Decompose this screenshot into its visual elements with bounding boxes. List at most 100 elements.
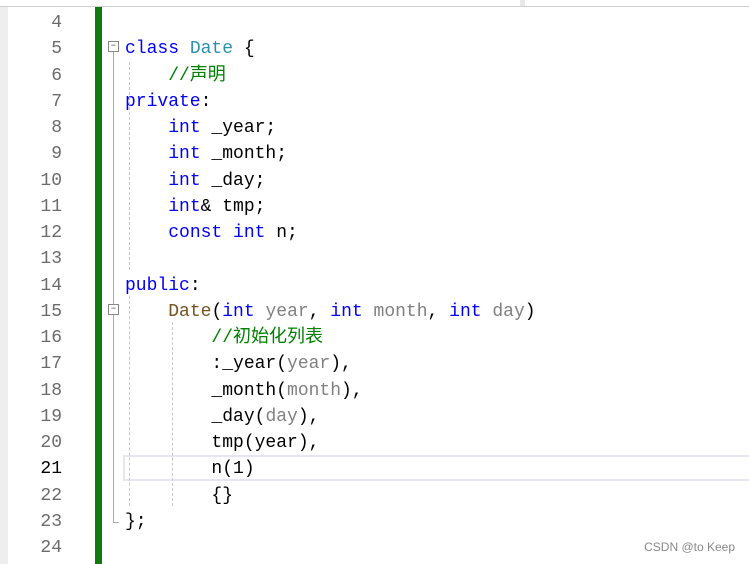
line-number: 14	[40, 275, 62, 296]
code-token: ),	[330, 354, 352, 375]
code-token: year	[287, 354, 331, 375]
code-token: Date	[168, 301, 212, 322]
code-token: int	[449, 301, 482, 322]
code-token: n(1)	[125, 459, 255, 480]
code-token: int	[233, 223, 266, 243]
line-number: 18	[40, 380, 62, 401]
line-number: 11	[40, 196, 62, 217]
code-text: n(1)	[125, 456, 255, 482]
line-number: 16	[40, 328, 62, 348]
code-text: //声明	[125, 63, 226, 89]
code-text: public:	[125, 273, 201, 299]
collapse-constructor-icon[interactable]: −	[108, 304, 119, 315]
code-text: {}	[125, 483, 233, 509]
code-text: int _month;	[125, 141, 287, 167]
line-number: 10	[40, 170, 62, 191]
fold-guide-end	[113, 522, 119, 523]
code-token: n;	[265, 223, 298, 243]
code-token: _day(	[125, 406, 266, 427]
top-toolbar-edge	[0, 0, 749, 7]
code-text: :_year(year),	[125, 351, 352, 377]
line-number: 12	[40, 223, 62, 243]
collapse-class-icon[interactable]: −	[108, 41, 119, 52]
fold-guide-class	[113, 52, 114, 522]
code-text: class Date {	[125, 36, 255, 62]
line-number: 6	[51, 65, 62, 86]
code-token: :	[200, 91, 212, 112]
code-token: private	[125, 91, 201, 112]
code-token: )	[524, 301, 536, 322]
code-token: _year;	[200, 118, 277, 138]
code-line[interactable]: 24	[0, 535, 749, 561]
code-text: _day(day),	[125, 404, 319, 430]
code-text: const int n;	[125, 220, 298, 246]
code-token: int	[168, 170, 201, 191]
code-token: day	[492, 301, 525, 322]
code-token: ,	[308, 301, 331, 322]
code-token: ,	[427, 301, 450, 322]
code-token: _month(	[125, 380, 288, 401]
toolbar-separator	[520, 0, 525, 6]
code-text: //初始化列表	[125, 325, 323, 351]
code-token: //初始化列表	[125, 328, 324, 348]
code-text: tmp(year),	[125, 430, 319, 456]
line-number: 13	[40, 249, 62, 270]
code-token: year	[265, 301, 309, 322]
code-text: int _year;	[125, 115, 276, 141]
code-token: int	[168, 118, 201, 138]
code-token: Date	[189, 39, 234, 60]
code-token: ),	[341, 380, 363, 401]
code-text: int& tmp;	[125, 194, 265, 220]
line-number: 5	[51, 39, 62, 60]
line-number: 19	[40, 406, 62, 427]
code-token: {}	[125, 485, 234, 506]
line-number: 4	[51, 13, 62, 33]
code-token: int	[168, 144, 201, 165]
line-number: 20	[40, 433, 62, 453]
code-token: :_year(	[125, 354, 288, 375]
code-text: int _day;	[125, 168, 265, 194]
code-token: month	[373, 301, 428, 322]
watermark: CSDN @to Keep	[644, 540, 735, 554]
code-token: class	[125, 39, 190, 60]
code-line[interactable]: 4	[0, 10, 749, 36]
code-token: tmp(year),	[125, 433, 320, 453]
code-token: (	[211, 301, 223, 322]
line-number: 9	[51, 144, 62, 165]
line-number: 23	[40, 511, 62, 532]
indent-guide	[129, 62, 130, 270]
code-token: {	[233, 39, 255, 60]
line-number: 22	[40, 485, 62, 506]
code-token: public	[125, 275, 190, 296]
code-token: & tmp;	[200, 196, 266, 217]
code-token: day	[265, 406, 298, 427]
code-text: };	[125, 509, 147, 535]
code-token: :	[189, 275, 201, 296]
code-token: };	[125, 511, 147, 532]
line-number: 8	[51, 118, 62, 138]
code-token: ),	[297, 406, 320, 427]
code-text: Date(int year, int month, int day)	[125, 299, 536, 325]
code-token: int	[330, 301, 363, 322]
code-token: _month;	[200, 144, 288, 165]
line-number: 15	[40, 301, 62, 322]
line-number: 7	[51, 91, 62, 112]
code-token: int	[168, 196, 201, 217]
line-number: 17	[40, 354, 62, 375]
indent-guide	[129, 296, 130, 506]
code-token: int	[222, 301, 255, 322]
code-text: _month(month),	[125, 378, 363, 404]
line-number: 24	[40, 538, 62, 558]
indent-guide	[172, 322, 173, 506]
code-token: month	[287, 380, 342, 401]
